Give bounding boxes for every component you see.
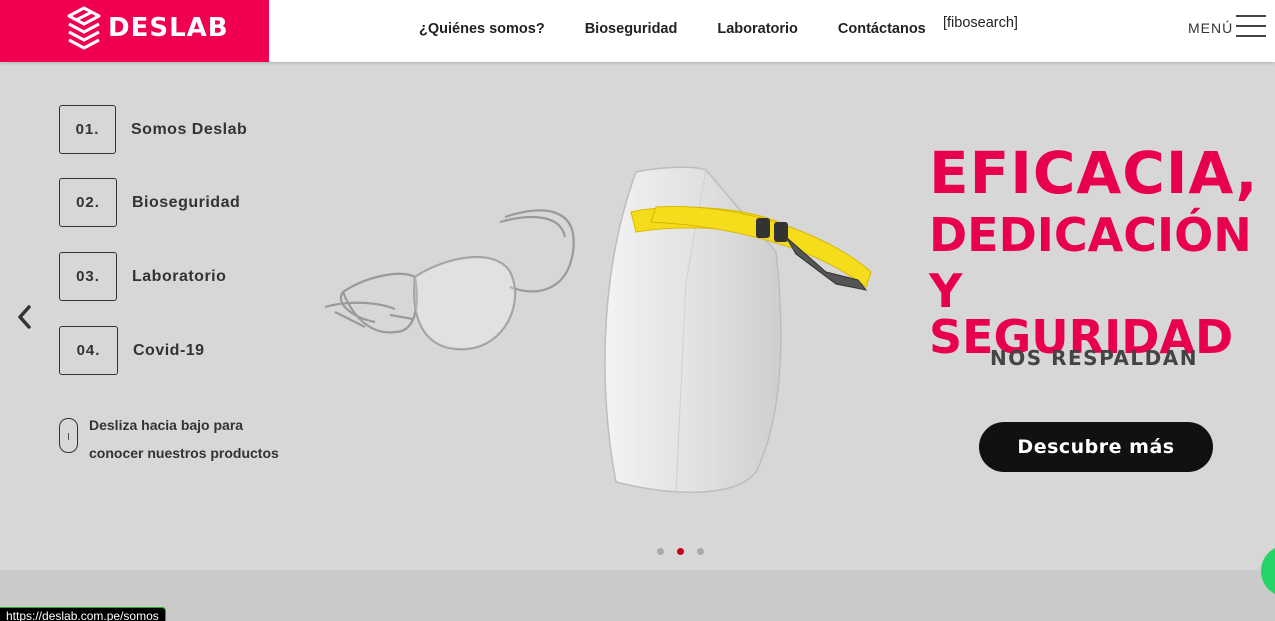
headline-line-1: EFICACIA, <box>929 139 1259 207</box>
chevron-left-icon[interactable] <box>14 302 36 332</box>
hero-headline: EFICACIA, DEDICACIÓN Y SEGURIDAD <box>929 144 1275 360</box>
hero-slider: 01. Somos Deslab 02. Bioseguridad 03. La… <box>0 62 1275 570</box>
side-menu-number: 04. <box>59 326 118 375</box>
face-shield-image <box>604 166 872 493</box>
nav-contactanos[interactable]: Contáctanos <box>838 21 926 37</box>
side-menu-item-somos-deslab[interactable]: 01. Somos Deslab <box>59 105 247 154</box>
mouse-scroll-icon <box>59 418 78 453</box>
side-menu-label: Laboratorio <box>132 267 227 285</box>
headline-line-2: DEDICACIÓN <box>929 208 1252 262</box>
site-header: DESLAB ¿Quiénes somos? Bioseguridad Labo… <box>0 0 1275 62</box>
side-menu-item-covid-19[interactable]: 04. Covid-19 <box>59 326 205 375</box>
side-menu-number: 03. <box>59 252 117 301</box>
main-nav: ¿Quiénes somos? Bioseguridad Laboratorio… <box>419 21 966 37</box>
scroll-hint: Desliza hacia bajo para conocer nuestros… <box>59 417 279 467</box>
scroll-hint-line-2: conocer nuestros productos <box>89 445 279 461</box>
deslab-logo-icon <box>67 6 101 50</box>
side-menu-label: Somos Deslab <box>131 120 248 138</box>
side-menu-item-laboratorio[interactable]: 03. Laboratorio <box>59 252 226 301</box>
descubre-mas-button[interactable]: Descubre más <box>979 422 1213 472</box>
slider-dot-2[interactable] <box>677 548 684 555</box>
slider-dot-3[interactable] <box>697 548 704 555</box>
hero-subheadline: NOS RESPALDAN <box>990 346 1198 370</box>
safety-glasses-image <box>324 209 575 351</box>
side-menu-number: 02. <box>59 178 117 227</box>
nav-laboratorio[interactable]: Laboratorio <box>717 21 798 37</box>
side-menu-number: 01. <box>59 105 116 154</box>
logo-text: DESLAB <box>108 13 229 43</box>
slider-dots <box>657 548 717 555</box>
scroll-hint-text: Desliza hacia bajo para conocer nuestros… <box>89 411 279 467</box>
logo[interactable]: DESLAB <box>0 0 269 62</box>
hamburger-icon[interactable] <box>1236 15 1266 39</box>
search-shortcode: [fibosearch] <box>943 15 1018 31</box>
slider-dot-1[interactable] <box>657 548 664 555</box>
browser-status-url: https://deslab.com.pe/somos <box>0 607 166 621</box>
scroll-hint-line-1: Desliza hacia bajo para <box>89 417 244 433</box>
side-menu-label: Bioseguridad <box>132 193 241 211</box>
next-section <box>0 570 1275 621</box>
menu-label[interactable]: MENÚ <box>1188 20 1233 36</box>
nav-bioseguridad[interactable]: Bioseguridad <box>585 21 678 37</box>
side-menu-item-bioseguridad[interactable]: 02. Bioseguridad <box>59 178 240 227</box>
side-menu-label: Covid-19 <box>133 341 205 359</box>
nav-quienes-somos[interactable]: ¿Quiénes somos? <box>419 21 545 37</box>
